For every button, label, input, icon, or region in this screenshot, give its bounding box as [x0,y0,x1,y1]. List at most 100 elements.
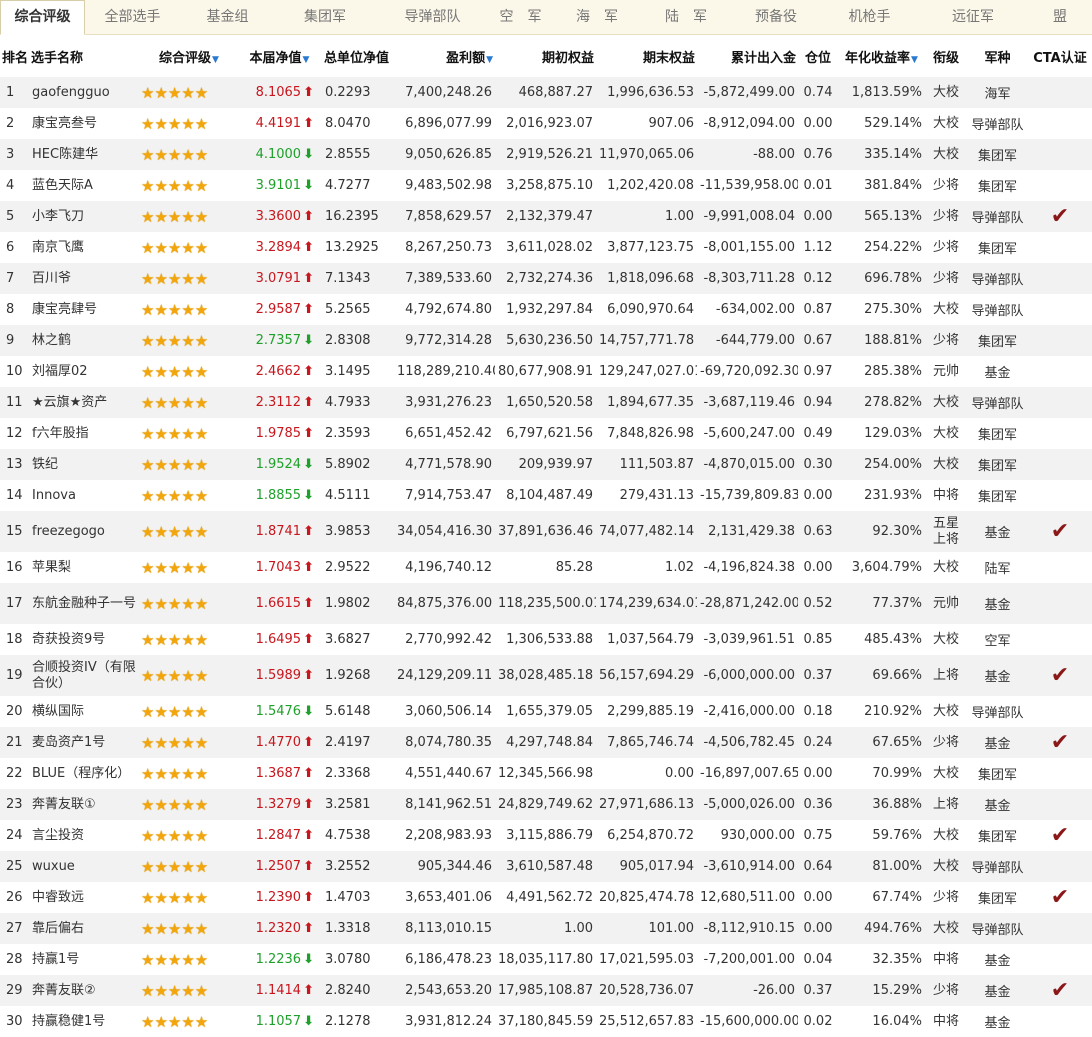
cta-cell: ✔ [1028,820,1092,851]
table-row: 2 康宝亮叁号 ★★★★★ 4.4191 ⬆ 8.0470 6,896,077.99 2,01… [0,108,1092,139]
player-name-link[interactable]: 铁纪 [29,449,141,480]
player-name-link[interactable]: 百川爷 [29,263,141,294]
header-start-equity: 期初权益 [541,50,594,66]
header-nav[interactable]: 本届净值▼ [237,35,322,77]
table-row: 17 东航金融种子一号 ★★★★★ 1.6615 ⬆ 1.9802 84,875,376.0… [0,583,1092,624]
table-row: 8 康宝亮肆号 ★★★★★ 2.9587 ⬆ 5.2565 4,792,674.80 1,93… [0,294,1092,325]
tab-4[interactable]: 导弹部队 [376,0,489,34]
star-rating-icon: ★★★★★ [141,630,209,649]
category-tabs: 综合评级 全部选手 基金组 集团军 导弹部队空 军海 军陆 军预备役 机枪手 远征军盟 [0,0,1092,35]
position-cell: 0.02 [803,1014,833,1029]
start-equity-cell: 37,891,636.46 [498,524,594,539]
nav-value: 2.9587 [255,302,302,317]
end-equity-cell: 74,077,482.14 [599,524,695,539]
header-total-nav: 总单位净值 [324,50,390,66]
rank-cell: 2 [6,116,15,131]
player-name-link[interactable]: 持赢1号 [29,944,141,975]
star-rating-icon: ★★★★★ [141,795,209,814]
rank-cell: 5 [6,209,15,224]
header-rating[interactable]: 综合评级▼ [141,35,237,77]
player-name-link[interactable]: gaofengguo [29,77,141,108]
tab-0[interactable]: 综合评级 [0,0,85,35]
tab-8[interactable]: 预备役 [730,0,822,34]
player-name-link[interactable]: 持赢稳健1号 [29,1006,141,1037]
total-nav-cell: 2.8240 [325,983,371,998]
tab-5[interactable]: 空 军 [489,0,552,34]
start-equity-cell: 1.00 [564,921,593,936]
player-name-link[interactable]: Innova [29,480,141,511]
rating-cell: ★★★★★ [141,139,237,170]
rating-cell: ★★★★★ [141,263,237,294]
header-profit-label[interactable]: 盈利额 [446,51,485,66]
player-name-link[interactable]: 靠后偏右 [29,913,141,944]
arrow-up-icon: ⬆ [303,766,314,781]
player-name-link[interactable]: 奔菁友联① [29,789,141,820]
player-name-link[interactable]: freezegogo [29,511,141,552]
annual-return-cell: 59.76% [872,828,922,843]
branch-cell: 导弹部队 [971,397,1024,412]
tab-6[interactable]: 海 军 [552,0,642,34]
total-nav-cell: 4.7277 [325,178,371,193]
nav-cell: 8.1065 ⬆ [237,77,322,108]
player-name-link[interactable]: 刘福厚02 [29,356,141,387]
title-cell: 少将 [932,270,959,286]
player-name-link[interactable]: 中睿致远 [29,882,141,913]
title-cell: 少将 [932,332,959,348]
player-name-link[interactable]: 小李飞刀 [29,201,141,232]
tab-10[interactable]: 远征军 [917,0,1029,34]
sort-down-icon[interactable]: ▼ [212,55,219,65]
player-name-link[interactable]: 横纵国际 [29,696,141,727]
sort-down-icon[interactable]: ▼ [486,55,493,65]
cta-cell [1028,232,1092,263]
player-name-link[interactable]: 奇获投资9号 [29,624,141,655]
player-name-link[interactable]: 林之鹤 [29,325,141,356]
header-rating-label[interactable]: 综合评级 [159,51,211,66]
player-name-link[interactable]: 康宝亮叁号 [29,108,141,139]
start-equity-cell: 1,655,379.05 [506,704,593,719]
player-name-link[interactable]: BLUE（程序化） [29,758,141,789]
cum-flow-cell: -2,416,000.00 [703,704,795,719]
tab-3[interactable]: 集团军 [274,0,376,34]
player-name-link[interactable]: 苹果梨 [29,552,141,583]
player-name-link[interactable]: wuxue [29,851,141,882]
player-name-link[interactable]: f六年股指 [29,418,141,449]
header-position: 仓位 [804,50,831,66]
player-name-link[interactable]: 东航金融种子一号 [29,583,141,624]
player-name-link[interactable]: 奔菁友联② [29,975,141,1006]
cta-cell [1028,325,1092,356]
annual-return-cell: 3,604.79% [851,560,922,575]
nav-value: 2.3112 [255,395,302,410]
header-nav-label[interactable]: 本届净值 [250,51,302,66]
player-name-link[interactable]: 言尘投资 [29,820,141,851]
tab-11[interactable]: 盟 [1030,0,1090,34]
tab-2[interactable]: 基金组 [180,0,275,34]
player-name-link[interactable]: 南京飞鹰 [29,232,141,263]
player-name-link[interactable]: 合顺投资IV（有限合伙） [29,655,141,696]
player-name-link[interactable]: 康宝亮肆号 [29,294,141,325]
star-rating-icon: ★★★★★ [141,238,209,257]
cta-cell [1028,418,1092,449]
position-cell: 0.75 [803,828,833,843]
start-equity-cell: 3,115,886.79 [506,828,593,843]
player-name-link[interactable]: 麦岛资产1号 [29,727,141,758]
table-row: 9 林之鹤 ★★★★★ 2.7357 ⬇ 2.8308 9,772,314.28 5,630,… [0,325,1092,356]
profit-cell: 7,400,248.26 [405,85,492,100]
rank-cell: 20 [6,704,23,719]
end-equity-cell: 1,202,420.08 [607,178,694,193]
total-nav-cell: 4.7933 [325,395,371,410]
star-rating-icon: ★★★★★ [141,269,209,288]
player-name-link[interactable]: HEC陈建华 [29,139,141,170]
tab-9[interactable]: 机枪手 [822,0,917,34]
tab-1[interactable]: 全部选手 [87,0,178,34]
header-annual-label[interactable]: 年化收益率 [845,51,910,66]
sort-down-icon[interactable]: ▼ [911,55,918,65]
end-equity-cell: 56,157,694.29 [599,668,695,683]
player-name-link[interactable]: ★云旗★资产 [29,387,141,418]
rating-cell: ★★★★★ [141,696,237,727]
annual-return-cell: 485.43% [864,632,922,647]
header-annual[interactable]: 年化收益率▼ [838,35,925,77]
tab-7[interactable]: 陆 军 [642,0,730,34]
header-profit[interactable]: 盈利额▼ [394,35,495,77]
sort-down-icon[interactable]: ▼ [303,55,310,65]
player-name-link[interactable]: 蓝色天际A [29,170,141,201]
